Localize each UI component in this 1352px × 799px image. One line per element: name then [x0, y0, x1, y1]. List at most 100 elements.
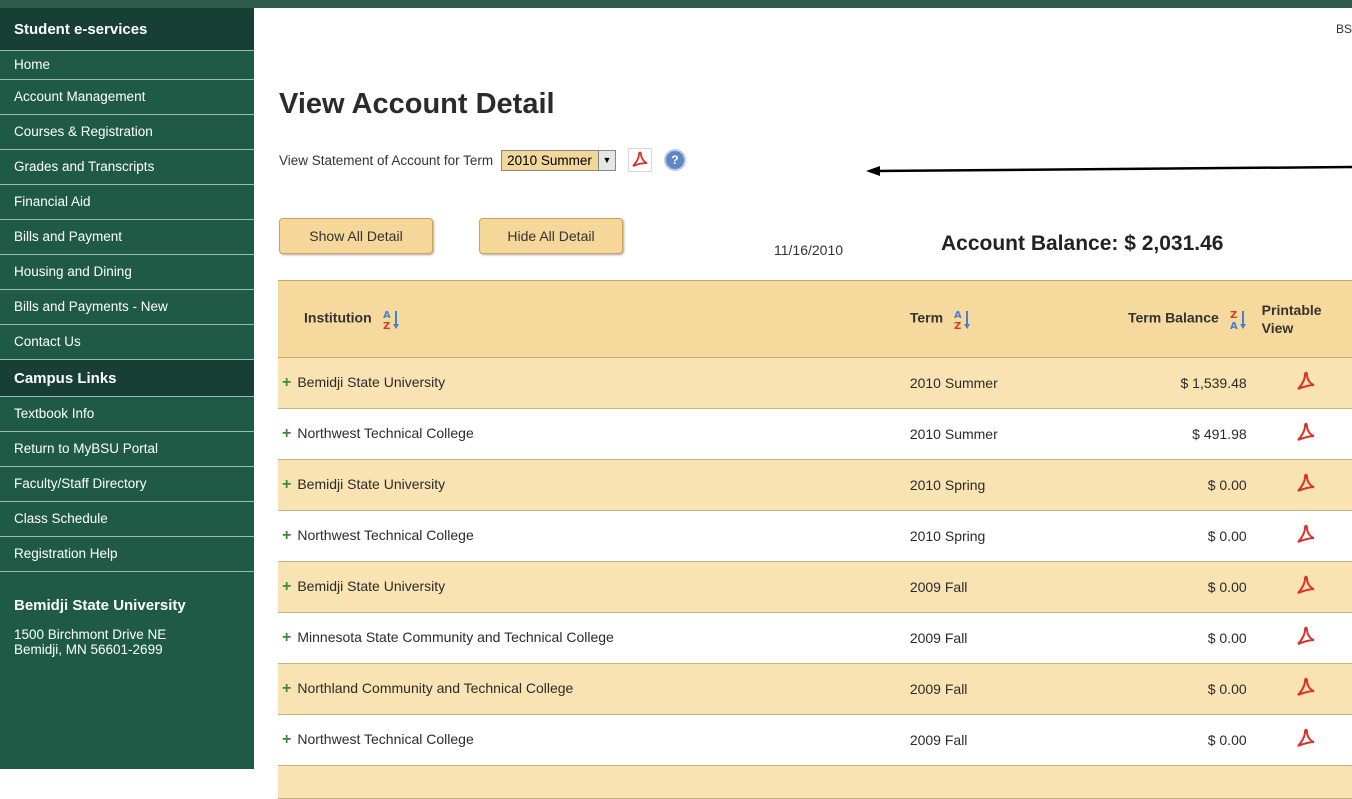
svg-text:Z: Z — [1230, 310, 1237, 321]
hide-all-detail-button[interactable]: Hide All Detail — [479, 218, 623, 254]
term-balance-cell: $ 0.00 — [1048, 510, 1261, 562]
institution-cell[interactable]: + Northland Community and Technical Colle… — [278, 663, 909, 715]
printable-view-cell[interactable] — [1260, 510, 1352, 562]
sidebar-item-bills-payment[interactable]: Bills and Payment — [0, 220, 254, 255]
expand-plus-icon[interactable]: + — [282, 731, 291, 748]
term-cell: 2010 Summer — [908, 357, 1049, 409]
printable-view-cell[interactable] — [1260, 459, 1352, 511]
column-header-term[interactable]: Term A Z — [908, 280, 1049, 358]
pdf-icon[interactable] — [1295, 626, 1317, 651]
expand-plus-icon[interactable]: + — [282, 578, 291, 595]
column-header-term-balance[interactable]: Term Balance Z A — [1048, 280, 1261, 358]
printable-view-cell[interactable] — [1260, 408, 1352, 460]
table-row: + Northwest Technical College 2010 Summer $… — [278, 408, 1352, 460]
expand-plus-icon[interactable]: + — [282, 425, 291, 442]
institution-name: Northwest Technical College — [297, 731, 474, 747]
term-balance-cell: $ 0.00 — [1048, 663, 1261, 715]
institution-name: Minnesota State Community and Technical … — [297, 629, 614, 645]
university-name: Bemidji State University — [14, 597, 186, 614]
pdf-icon[interactable] — [1295, 422, 1317, 447]
sidebar-item-account-management[interactable]: Account Management — [0, 80, 254, 115]
term-label: View Statement of Account for Term — [279, 152, 494, 168]
term-balance-cell: $ 491.98 — [1048, 408, 1261, 460]
sidebar-item-courses-registration[interactable]: Courses & Registration — [0, 115, 254, 150]
pdf-icon[interactable] — [1295, 371, 1317, 396]
statement-pdf-button[interactable] — [627, 148, 652, 172]
institution-cell[interactable]: + Northwest Technical College — [278, 510, 909, 562]
sort-az-icon[interactable]: A Z — [382, 308, 400, 330]
sidebar-item-grades-transcripts[interactable]: Grades and Transcripts — [0, 150, 254, 185]
pdf-icon[interactable] — [1295, 575, 1317, 600]
term-cell: 2009 Fall — [908, 561, 1049, 613]
institution-cell[interactable]: + Northwest Technical College — [278, 714, 909, 766]
main-content: BS View Account Detail View Statement of… — [254, 8, 1352, 799]
sidebar-header: Student e-services — [0, 8, 254, 51]
pdf-icon[interactable] — [1295, 677, 1317, 702]
svg-text:Z: Z — [954, 321, 961, 330]
printable-view-cell[interactable] — [1260, 357, 1352, 409]
sort-az-icon[interactable]: A Z — [953, 308, 971, 330]
institution-cell[interactable]: + Bemidji State University — [278, 561, 909, 613]
view-header-label: View — [1261, 320, 1294, 336]
institution-name: Bemidji State University — [297, 374, 446, 390]
sidebar-item-contact-us[interactable]: Contact Us — [0, 325, 254, 360]
show-all-detail-button[interactable]: Show All Detail — [279, 218, 433, 254]
term-cell: 2010 Summer — [908, 408, 1049, 460]
table-row: + Bemidji State University 2010 Summer $ 1,… — [278, 357, 1352, 409]
expand-plus-icon[interactable]: + — [282, 374, 291, 391]
sidebar-item-financial-aid[interactable]: Financial Aid — [0, 185, 254, 220]
balance-header-label: Term Balance — [1127, 309, 1219, 326]
sidebar-item-bills-payments-new[interactable]: Bills and Payments - New — [0, 290, 254, 325]
institution-cell[interactable]: + Bemidji State University — [278, 459, 909, 511]
pdf-icon[interactable] — [1295, 473, 1317, 498]
pdf-icon[interactable] — [1295, 524, 1317, 549]
institution-cell[interactable]: + Minnesota State Community and Technical… — [278, 612, 909, 664]
printable-view-cell[interactable] — [1260, 612, 1352, 664]
table-row: + Bemidji State University 2010 Spring $ 0.… — [278, 459, 1352, 511]
pdf-icon[interactable] — [1295, 728, 1317, 753]
help-icon[interactable]: ? — [665, 151, 684, 169]
institution-name: Northland Community and Technical Colleg… — [297, 680, 574, 696]
sidebar-item-class-schedule[interactable]: Class Schedule — [0, 502, 254, 537]
institution-name: Bemidji State University — [297, 476, 446, 492]
svg-text:Z: Z — [383, 321, 390, 330]
column-header-institution[interactable]: Institution A Z — [278, 280, 909, 358]
term-select[interactable]: 2010 Summer ▼ — [501, 149, 616, 171]
campus-links-header: Campus Links — [0, 360, 254, 397]
printable-view-cell[interactable] — [1260, 561, 1352, 613]
dropdown-arrow-icon[interactable]: ▼ — [597, 150, 615, 170]
institution-cell[interactable]: + Northwest Technical College — [278, 408, 909, 460]
term-header-label: Term — [909, 309, 944, 326]
sidebar-item-textbook-info[interactable]: Textbook Info — [0, 397, 254, 432]
printable-view-cell[interactable] — [1260, 714, 1352, 766]
table-row: + Northwest Technical College 2009 Fall $ 0… — [278, 714, 1352, 766]
institution-name: Bemidji State University — [297, 578, 446, 594]
svg-text:A: A — [954, 310, 962, 321]
account-table: Institution A Z Term A Z Term Balance Z … — [278, 280, 1352, 799]
term-balance-cell: $ 0.00 — [1048, 714, 1261, 766]
sidebar-item-registration-help[interactable]: Registration Help — [0, 537, 254, 572]
term-cell: 2010 Spring — [908, 510, 1049, 562]
sidebar-item-return-portal[interactable]: Return to MyBSU Portal — [0, 432, 254, 467]
sidebar-item-faculty-directory[interactable]: Faculty/Staff Directory — [0, 467, 254, 502]
sidebar-item-home[interactable]: Home — [0, 51, 254, 80]
account-balance: Account Balance: $ 2,031.46 — [941, 232, 1224, 255]
table-row — [278, 765, 1352, 799]
institution-header-label: Institution — [304, 309, 372, 326]
expand-plus-icon[interactable]: + — [282, 476, 291, 493]
expand-plus-icon[interactable]: + — [282, 527, 291, 544]
term-selector-row: View Statement of Account for Term 2010 … — [279, 148, 684, 172]
term-balance-cell: $ 1,539.48 — [1048, 357, 1261, 409]
printable-view-cell[interactable] — [1260, 663, 1352, 715]
sidebar-item-housing-dining[interactable]: Housing and Dining — [0, 255, 254, 290]
institution-cell[interactable]: + Bemidji State University — [278, 357, 909, 409]
sidebar: Student e-services Home Account Manageme… — [0, 8, 254, 769]
expand-plus-icon[interactable]: + — [282, 629, 291, 646]
term-cell: 2009 Fall — [908, 714, 1049, 766]
term-balance-cell: $ 0.00 — [1048, 561, 1261, 613]
sort-za-icon[interactable]: Z A — [1229, 308, 1247, 330]
svg-text:A: A — [383, 310, 391, 321]
expand-plus-icon[interactable]: + — [282, 680, 291, 697]
table-row: + Northland Community and Technical Colle… — [278, 663, 1352, 715]
table-row: + Minnesota State Community and Technical… — [278, 612, 1352, 664]
